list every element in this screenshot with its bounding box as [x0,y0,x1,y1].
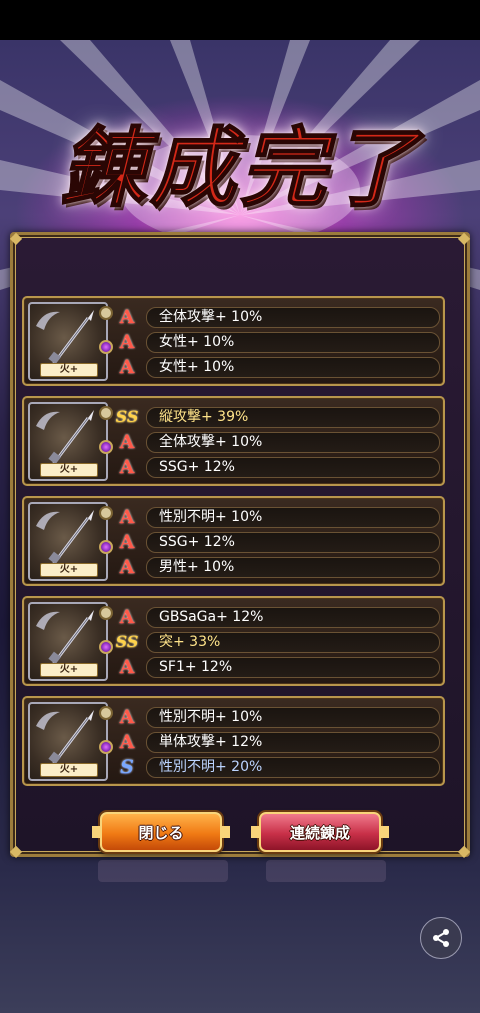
stat-text: 女性+ 10% [146,356,440,378]
rank-a-icon: A [119,656,135,678]
stat-text: SSG+ 12% [146,531,440,553]
stat-row: A 全体攻撃+ 10% [116,431,440,453]
status-bar [0,0,480,40]
rank-a-icon: A [119,606,135,628]
rank-a-icon: A [119,431,135,453]
rank-a-icon: A [119,556,135,578]
corner-ornament-icon: ◆ [457,228,471,247]
refine-result-card: 火+ A 全体攻撃+ 10% A 女性+ 10% A 女性+ 10% [22,296,445,386]
slot-indicator-icon [99,606,113,620]
button-ornament [251,826,259,838]
button-ornament [381,826,389,838]
stat-row: A SSG+ 12% [116,531,440,553]
stat-row: A SF1+ 12% [116,656,440,678]
weapon-thumbnail[interactable]: 火+ [28,302,113,381]
stat-row: A 男性+ 10% [116,556,440,578]
rank-a-icon: A [119,706,135,728]
corner-ornament-icon: ◆ [9,228,23,247]
stat-text: 全体攻撃+ 10% [146,431,440,453]
stat-row: A 単体攻撃+ 12% [116,731,440,753]
rank-s-icon: S [120,756,134,778]
gem-icon [99,440,113,454]
slot-indicator-icon [99,306,113,320]
weapon-thumbnail[interactable]: 火+ [28,702,113,781]
share-icon [433,929,449,947]
stat-text: 性別不明+ 20% [146,756,440,778]
refine-result-card: 火+ A 性別不明+ 10% A 単体攻撃+ 12% S 性別不明+ 20% [22,696,445,786]
element-label: 火+ [40,563,98,577]
button-ornament [92,826,100,838]
stat-text: 男性+ 10% [146,556,440,578]
stat-row: SS 縦攻撃+ 39% [116,406,440,428]
refine-result-card: 火+ A 性別不明+ 10% A SSG+ 12% A 男性+ 10% [22,496,445,586]
background-panel [98,860,228,882]
stat-text: 性別不明+ 10% [146,706,440,728]
share-button[interactable] [420,917,462,959]
weapon-thumbnail[interactable]: 火+ [28,502,113,581]
repeat-refine-button[interactable]: 連続錬成 [251,812,389,852]
stat-text: SF1+ 12% [146,656,440,678]
stat-text: 突+ 33% [146,631,440,653]
repeat-refine-button-label: 連続錬成 [289,823,350,842]
close-button-label: 閉じる [138,823,184,842]
close-button[interactable]: 閉じる [92,812,230,852]
rank-a-icon: A [119,506,135,528]
stat-row: SS 突+ 33% [116,631,440,653]
stat-row: A 女性+ 10% [116,356,440,378]
element-label: 火+ [40,463,98,477]
stat-row: A GBSaGa+ 12% [116,606,440,628]
refine-result-card: 火+ A GBSaGa+ 12% SS 突+ 33% A SF1+ 12% [22,596,445,686]
stat-row: S 性別不明+ 20% [116,756,440,778]
refine-result-card: 火+ SS 縦攻撃+ 39% A 全体攻撃+ 10% A SSG+ 12% [22,396,445,486]
stat-text: GBSaGa+ 12% [146,606,440,628]
element-label: 火+ [40,763,98,777]
stat-text: 女性+ 10% [146,331,440,353]
stat-text: SSG+ 12% [146,456,440,478]
gem-icon [99,740,113,754]
weapon-thumbnail[interactable]: 火+ [28,602,113,681]
stat-row: A 全体攻撃+ 10% [116,306,440,328]
rank-ss-icon: SS [115,632,139,651]
corner-ornament-icon: ◆ [457,841,471,860]
stat-text: 縦攻撃+ 39% [146,406,440,428]
page-title: 錬成完了 [59,117,420,220]
slot-indicator-icon [99,706,113,720]
slot-indicator-icon [99,506,113,520]
stat-text: 性別不明+ 10% [146,506,440,528]
background-panel [266,860,386,882]
stat-row: A 女性+ 10% [116,331,440,353]
weapon-thumbnail[interactable]: 火+ [28,402,113,481]
stat-text: 全体攻撃+ 10% [146,306,440,328]
rank-a-icon: A [119,531,135,553]
stat-row: A 性別不明+ 10% [116,506,440,528]
gem-icon [99,540,113,554]
stat-row: A 性別不明+ 10% [116,706,440,728]
rank-a-icon: A [119,731,135,753]
stat-text: 単体攻撃+ 12% [146,731,440,753]
corner-ornament-icon: ◆ [9,841,23,860]
rank-a-icon: A [119,306,135,328]
rank-a-icon: A [119,456,135,478]
stat-row: A SSG+ 12% [116,456,440,478]
element-label: 火+ [40,363,98,377]
gem-icon [99,340,113,354]
slot-indicator-icon [99,406,113,420]
rank-a-icon: A [119,331,135,353]
rank-ss-icon: SS [115,407,139,426]
gem-icon [99,640,113,654]
element-label: 火+ [40,663,98,677]
button-ornament [222,826,230,838]
rank-a-icon: A [119,356,135,378]
